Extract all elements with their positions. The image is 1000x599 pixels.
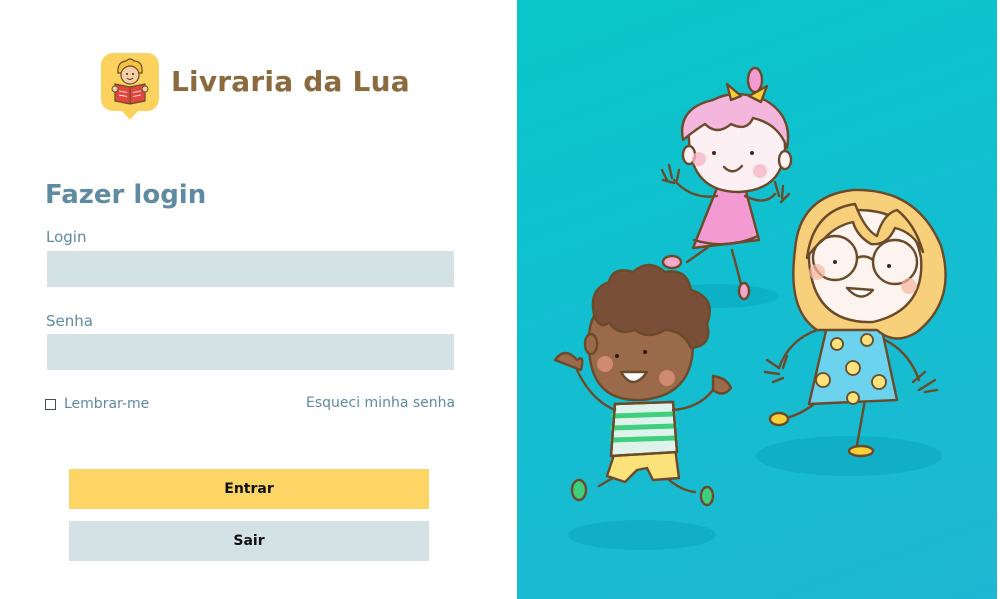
forgot-password-link[interactable]: Esqueci minha senha (306, 395, 455, 411)
logo-icon (101, 53, 159, 120)
pink-girl-figure (660, 66, 793, 301)
brand-name: Livraria da Lua (171, 64, 410, 98)
page-title: Fazer login (45, 180, 207, 210)
remember-me-option[interactable]: Lembrar-me (45, 396, 149, 412)
login-panel: Livraria da Lua Fazer login Login Senha … (0, 0, 517, 599)
password-label: Senha (46, 312, 93, 330)
brand-header: Livraria da Lua (101, 50, 410, 120)
children-illustration (553, 66, 947, 550)
login-label: Login (46, 228, 87, 246)
boy-figure (553, 263, 733, 507)
blonde-girl-figure (763, 188, 947, 458)
login-button[interactable]: Entrar (69, 469, 429, 509)
password-input[interactable] (47, 334, 454, 370)
remember-me-checkbox[interactable] (45, 398, 56, 410)
illustration-panel (517, 0, 1000, 599)
exit-button[interactable]: Sair (69, 521, 429, 561)
login-input[interactable] (47, 251, 454, 287)
remember-me-label: Lembrar-me (64, 396, 150, 412)
